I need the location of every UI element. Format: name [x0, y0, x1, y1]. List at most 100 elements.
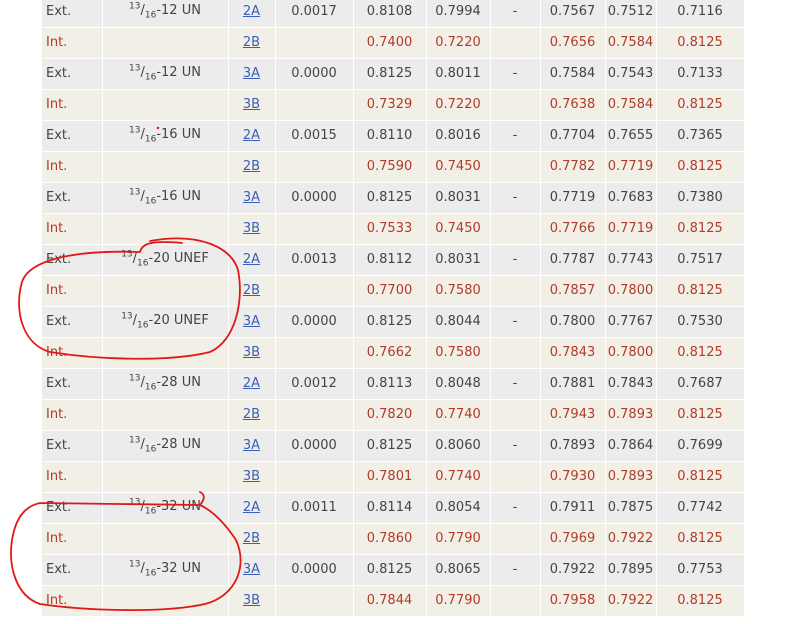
designation-numerator: 13: [121, 312, 133, 323]
value-cell: 0.8110: [353, 120, 427, 152]
value-cell: 0.7800: [540, 306, 606, 338]
value-cell: 0.7943: [540, 399, 606, 431]
designation-series: -28 UN: [156, 375, 201, 391]
class-link[interactable]: 2A: [243, 252, 260, 267]
value-cell: 0.7767: [605, 306, 657, 338]
designation-cell: [102, 399, 229, 431]
value-cell: 0.7580: [426, 275, 491, 307]
allowance-cell: 0.0000: [275, 58, 354, 90]
value-cell: 0.8125: [656, 337, 745, 369]
designation-denominator: 16: [144, 10, 157, 21]
designation-numerator: 13: [129, 64, 141, 75]
thread-data-table: Ext. 13/16-12 UN 2A 0.0017 0.8108 0.7994-0.75…: [42, 0, 745, 617]
class-link[interactable]: 3A: [243, 66, 260, 81]
table-row: Int. 3B 0.7662 0.7580 0.7843 0.7800 0.8125: [42, 337, 745, 369]
dash-cell: [490, 337, 541, 369]
value-cell: 0.7801: [353, 461, 427, 493]
class-link[interactable]: 2B: [243, 531, 260, 546]
designation-series: -20 UNEF: [148, 251, 209, 267]
value-cell: 0.7584: [605, 27, 657, 59]
class-cell: 2B: [227, 523, 276, 555]
value-cell: 0.7450: [426, 151, 491, 183]
value-cell: 0.8125: [353, 58, 427, 90]
class-cell: 3B: [227, 337, 276, 369]
dash-cell: -: [490, 58, 541, 90]
table-row: Ext. 13/16-12 UN 2A 0.0017 0.8108 0.7994-0.75…: [42, 0, 745, 28]
class-link[interactable]: 2B: [243, 283, 260, 298]
value-cell: 0.7875: [605, 492, 657, 524]
class-link[interactable]: 3B: [243, 469, 260, 484]
designation-label: 13/16-16 UN: [129, 126, 201, 145]
value-cell: 0.7329: [353, 89, 427, 121]
value-cell: 0.7683: [605, 182, 657, 214]
value-cell: 0.7742: [656, 492, 745, 524]
class-cell: 2B: [227, 27, 276, 59]
class-link[interactable]: 3B: [243, 345, 260, 360]
value-cell: 0.7994: [426, 0, 491, 28]
thread-type-cell: Int.: [42, 585, 103, 617]
value-cell: 0.7704: [540, 120, 606, 152]
thread-type-cell: Ext.: [42, 244, 103, 276]
value-cell: 0.7800: [605, 337, 657, 369]
designation-cell: [102, 151, 229, 183]
designation-cell: [102, 585, 229, 617]
value-cell: 0.7590: [353, 151, 427, 183]
value-cell: 0.7844: [353, 585, 427, 617]
value-cell: 0.7820: [353, 399, 427, 431]
allowance-cell: 0.0015: [275, 120, 354, 152]
class-link[interactable]: 2A: [243, 4, 260, 19]
designation-cell: 13/16-28 UN: [102, 430, 229, 462]
designation-label: 13/16-32 UN: [129, 560, 201, 579]
value-cell: 0.7584: [540, 58, 606, 90]
value-cell: 0.8125: [656, 275, 745, 307]
class-link[interactable]: 3A: [243, 190, 260, 205]
value-cell: 0.8016: [426, 120, 491, 152]
dash-cell: [490, 523, 541, 555]
value-cell: 0.7655: [605, 120, 657, 152]
value-cell: 0.7922: [605, 523, 657, 555]
dash-cell: -: [490, 306, 541, 338]
value-cell: 0.8125: [656, 213, 745, 245]
class-cell: 2B: [227, 399, 276, 431]
value-cell: 0.7864: [605, 430, 657, 462]
value-cell: 0.8114: [353, 492, 427, 524]
value-cell: 0.7719: [605, 151, 657, 183]
class-link[interactable]: 2B: [243, 159, 260, 174]
thread-type-cell: Int.: [42, 337, 103, 369]
thread-type-cell: Ext.: [42, 120, 103, 152]
class-link[interactable]: 3A: [243, 562, 260, 577]
designation-cell: 13/16-20 UNEF: [102, 244, 229, 276]
designation-denominator: 16: [144, 444, 157, 455]
value-cell: 0.7740: [426, 461, 491, 493]
class-link[interactable]: 2A: [243, 500, 260, 515]
value-cell: 0.7922: [540, 554, 606, 586]
table-row: Int. 3B 0.7533 0.7450 0.7766 0.7719 0.8125: [42, 213, 745, 245]
table-row: Int. 3B 0.7801 0.7740 0.7930 0.7893 0.8125: [42, 461, 745, 493]
class-link[interactable]: 3B: [243, 97, 260, 112]
designation-series: -16 UN: [156, 189, 201, 205]
value-cell: 0.7687: [656, 368, 745, 400]
designation-denominator: 16: [144, 196, 157, 207]
allowance-cell: 0.0012: [275, 368, 354, 400]
designation-series: -32 UN: [156, 499, 201, 515]
class-link[interactable]: 2A: [243, 376, 260, 391]
class-link[interactable]: 2A: [243, 128, 260, 143]
allowance-cell: [275, 275, 354, 307]
designation-cell: [102, 275, 229, 307]
value-cell: 0.7133: [656, 58, 745, 90]
class-link[interactable]: 3B: [243, 593, 260, 608]
table-row: Ext. 13/16-20 UNEF 2A 0.0013 0.8112 0.8031-0.…: [42, 244, 745, 276]
class-link[interactable]: 2B: [243, 35, 260, 50]
class-link[interactable]: 3B: [243, 221, 260, 236]
class-link[interactable]: 3A: [243, 314, 260, 329]
value-cell: 0.8044: [426, 306, 491, 338]
value-cell: 0.8125: [656, 523, 745, 555]
class-link[interactable]: 3A: [243, 438, 260, 453]
value-cell: 0.7911: [540, 492, 606, 524]
class-link[interactable]: 2B: [243, 407, 260, 422]
designation-denominator: 16: [137, 258, 149, 269]
designation-label: 13/16-20 UNEF: [121, 312, 209, 331]
value-cell: 0.7530: [656, 306, 745, 338]
dash-cell: [490, 27, 541, 59]
value-cell: 0.8125: [656, 585, 745, 617]
